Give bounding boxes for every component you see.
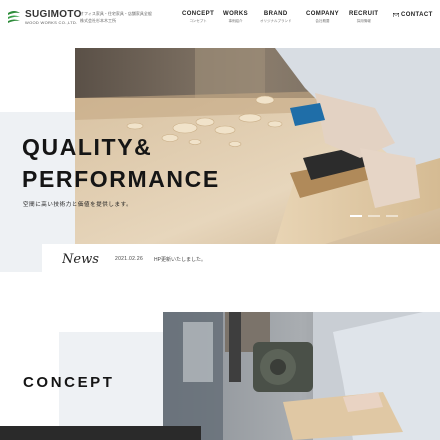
nav-item-company[interactable]: COMPANY 会社概要 — [306, 11, 339, 24]
nav-label: COMPANY — [306, 11, 340, 17]
slider-dot[interactable] — [350, 215, 362, 217]
concept-image-illustration — [163, 312, 440, 440]
contact-button[interactable]: CONTACT — [393, 12, 433, 18]
nav-sublabel: 事例紹介 — [228, 19, 243, 23]
nav-item-concept[interactable]: CONCEPT コンセプト — [182, 11, 214, 24]
slider-pagination — [350, 215, 404, 217]
slider-dot[interactable] — [368, 215, 380, 217]
concept-title: CONCEPT — [23, 374, 115, 391]
nav-item-recruit[interactable]: RECRUIT 採用情報 — [349, 11, 378, 24]
news-bar[interactable]: News 2021.02.26 HP更新いたしました。 — [42, 244, 401, 273]
nav-sublabel: オリジナルブランド — [260, 19, 292, 23]
main-nav: CONCEPT コンセプト WORKS 事例紹介 BRAND オリジナルブランド… — [0, 11, 440, 27]
section-footer-band — [0, 426, 201, 440]
nav-sublabel: 採用情報 — [356, 19, 371, 23]
contact-label: CONTACT — [401, 12, 433, 18]
mail-icon — [393, 12, 399, 18]
hero-title-line1: QUALITY& — [22, 134, 153, 160]
nav-label: CONCEPT — [182, 11, 215, 17]
news-label-script: News — [62, 252, 99, 266]
nav-sublabel: 会社概要 — [315, 19, 330, 23]
hero-title-line2: PERFORMANCE — [22, 166, 220, 192]
site-header: SUGIMOTO WOOD WORKS CO.,LTD. オフィス家具・住宅家具… — [0, 0, 440, 34]
nav-label: BRAND — [263, 11, 288, 17]
concept-image — [163, 312, 440, 440]
nav-item-brand[interactable]: BRAND オリジナルブランド — [260, 11, 292, 24]
hero-subtitle: 空間に高い技術力と価値を提供します。 — [23, 202, 133, 208]
nav-item-works[interactable]: WORKS 事例紹介 — [223, 11, 248, 24]
nav-sublabel: コンセプト — [189, 19, 207, 23]
hero-title: QUALITY& PERFORMANCE — [22, 131, 220, 195]
news-headline[interactable]: HP更新いたしました。 — [154, 256, 206, 263]
news-label-text: News — [62, 252, 99, 266]
slider-dot[interactable] — [386, 215, 398, 217]
nav-label: WORKS — [223, 11, 248, 17]
nav-label: RECRUIT — [349, 11, 379, 17]
news-date: 2021.02.26 — [115, 256, 144, 262]
